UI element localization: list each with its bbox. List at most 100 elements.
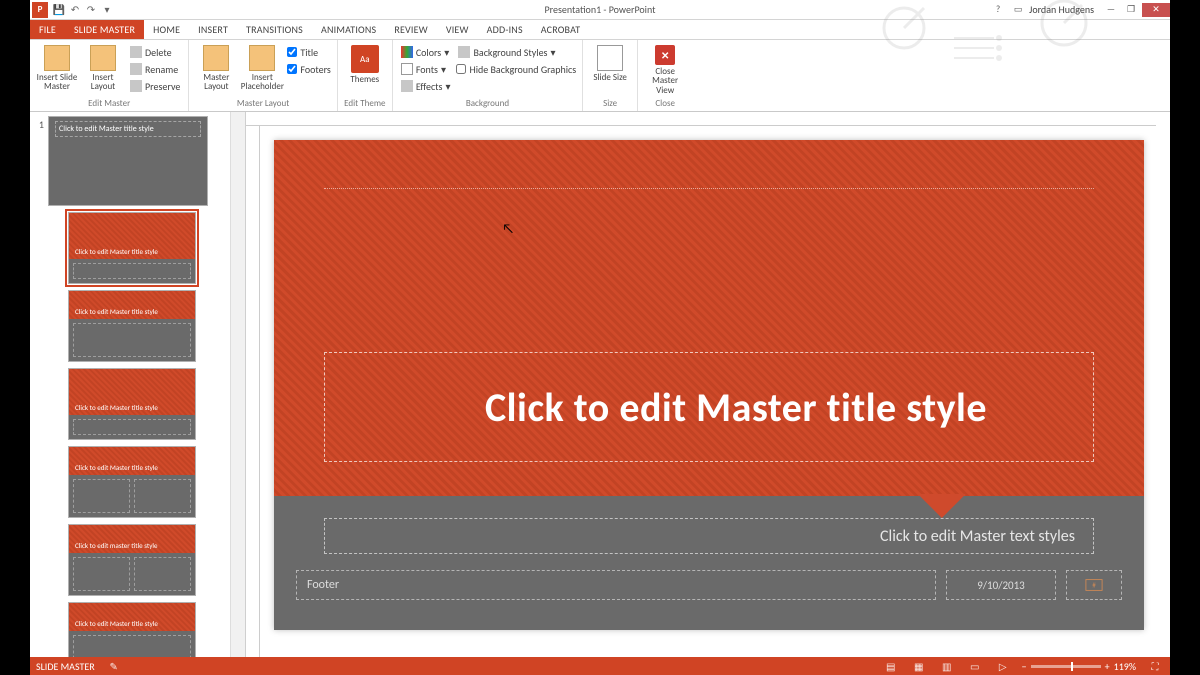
layout-thumbnail[interactable] <box>68 290 196 362</box>
thumb-body <box>69 259 195 283</box>
delete-button[interactable]: Delete <box>128 44 182 60</box>
thumbnail-pane[interactable]: 1 Click to edit Master title style <box>30 112 246 657</box>
sorter-view-button[interactable]: ▥ <box>938 659 956 673</box>
themes-button[interactable]: AaThemes <box>344 43 386 84</box>
ribbon-display-icon[interactable]: ▭ <box>1009 3 1027 17</box>
account-user[interactable]: Jordan Hudgens <box>1029 3 1094 16</box>
zoom-value[interactable]: 119% <box>1114 660 1136 673</box>
group-label: Edit Theme <box>344 98 386 111</box>
fit-to-window-button[interactable]: ⛶ <box>1146 659 1164 673</box>
insert-placeholder-button[interactable]: Insert Placeholder <box>241 43 283 92</box>
group-master-layout: Master Layout Insert Placeholder Title F… <box>189 40 337 111</box>
qat-more-icon[interactable]: ▾ <box>100 3 114 17</box>
work-area: 1 Click to edit Master title style Click… <box>30 112 1170 657</box>
effects-button[interactable]: Effects ▾ <box>399 78 453 94</box>
layout-thumbnail[interactable] <box>68 212 196 284</box>
group-edit-theme: AaThemes Edit Theme <box>338 40 393 111</box>
thumb-body <box>69 475 195 517</box>
master-slide-thumbnail[interactable]: Click to edit Master title style <box>48 116 208 206</box>
slide-size-button[interactable]: Slide Size <box>589 43 631 82</box>
footers-checkbox[interactable]: Footers <box>287 61 330 77</box>
help-icon[interactable]: ? <box>989 3 1007 17</box>
rename-button[interactable]: Rename <box>128 61 182 77</box>
decorative-arrow-icon <box>918 494 966 518</box>
tab-slide-master[interactable]: SLIDE MASTER <box>65 20 144 39</box>
date-placeholder[interactable]: 9/10/2013 <box>946 570 1056 600</box>
preserve-button[interactable]: Preserve <box>128 78 182 94</box>
svg-text:#: # <box>1092 581 1096 590</box>
vertical-ruler <box>246 126 260 657</box>
ribbon: Insert Slide Master Insert Layout Delete… <box>30 40 1170 112</box>
close-master-view-button[interactable]: ✕Close Master View <box>644 43 686 95</box>
bg-styles-icon <box>458 46 470 58</box>
tab-home[interactable]: HOME <box>144 20 189 39</box>
fonts-button[interactable]: Fonts ▾ <box>399 61 453 77</box>
subtitle-placeholder[interactable]: Click to edit Master text styles <box>324 518 1094 554</box>
preserve-icon <box>130 80 142 92</box>
zoom-out-button[interactable]: − <box>1022 660 1027 673</box>
minimize-button[interactable]: — <box>1102 3 1120 17</box>
delete-icon <box>130 46 142 58</box>
app-window: P 💾 ↶ ↷ ▾ Presentation1 - PowerPoint ? ▭… <box>30 0 1170 675</box>
thumb-header <box>69 369 195 415</box>
colors-button[interactable]: Colors ▾ <box>399 44 453 60</box>
slide-number-placeholder[interactable]: # <box>1066 570 1122 600</box>
tab-transitions[interactable]: TRANSITIONS <box>237 20 312 39</box>
thumb-header <box>69 291 195 319</box>
footer-placeholder[interactable]: Footer <box>296 570 936 600</box>
master-number: 1 <box>34 116 44 131</box>
zoom-in-button[interactable]: + <box>1105 660 1110 673</box>
horizontal-ruler <box>246 112 1156 126</box>
thumb-body <box>69 319 195 361</box>
thumb-body <box>69 631 195 657</box>
thumb-header <box>69 525 195 553</box>
tab-insert[interactable]: INSERT <box>189 20 237 39</box>
zoom-control[interactable]: − + 119% <box>1022 660 1136 673</box>
tab-file[interactable]: FILE <box>30 20 65 39</box>
master-layout-icon <box>203 45 229 71</box>
tab-animations[interactable]: ANIMATIONS <box>312 20 385 39</box>
reading-view-button[interactable]: ▭ <box>966 659 984 673</box>
tab-review[interactable]: REVIEW <box>385 20 437 39</box>
insert-layout-button[interactable]: Insert Layout <box>82 43 124 92</box>
title-bar: P 💾 ↶ ↷ ▾ Presentation1 - PowerPoint ? ▭… <box>30 0 1170 20</box>
group-size: Slide Size Size <box>583 40 638 111</box>
master-layout-button[interactable]: Master Layout <box>195 43 237 92</box>
spellcheck-icon[interactable]: ✎ <box>105 659 123 673</box>
close-window-button[interactable]: ✕ <box>1142 3 1170 17</box>
zoom-slider[interactable] <box>1031 665 1101 668</box>
normal-view-button[interactable]: ▦ <box>910 659 928 673</box>
undo-icon[interactable]: ↶ <box>68 3 82 17</box>
tab-view[interactable]: VIEW <box>437 20 478 39</box>
slide-canvas[interactable]: Click to edit Master title style Click t… <box>246 112 1170 657</box>
notes-button[interactable]: ▤ <box>882 659 900 673</box>
hide-bg-checkbox[interactable]: Hide Background Graphics <box>456 61 576 77</box>
tab-acrobat[interactable]: ACROBAT <box>532 20 590 39</box>
thumb-header <box>69 603 195 631</box>
layout-thumbnail[interactable] <box>68 524 196 596</box>
themes-icon: Aa <box>351 45 379 73</box>
group-label: Master Layout <box>195 98 330 111</box>
slide-editor[interactable]: Click to edit Master title style Click t… <box>274 140 1144 630</box>
thumb-header <box>69 213 195 259</box>
layout-thumbnail[interactable] <box>68 446 196 518</box>
slideshow-button[interactable]: ▷ <box>994 659 1012 673</box>
thumb-title: Click to edit Master title style <box>55 121 201 137</box>
group-label: Size <box>589 98 631 111</box>
subtitle-text: Click to edit Master text styles <box>880 527 1075 546</box>
save-icon[interactable]: 💾 <box>52 3 66 17</box>
tab-add-ins[interactable]: ADD-INS <box>478 20 532 39</box>
thumb-body <box>69 415 195 439</box>
title-placeholder[interactable]: Click to edit Master title style <box>324 352 1094 462</box>
insert-slide-master-button[interactable]: Insert Slide Master <box>36 43 78 92</box>
background-styles-button[interactable]: Background Styles ▾ <box>456 44 576 60</box>
footer-row: Footer 9/10/2013 # <box>296 570 1122 600</box>
slide-master-icon <box>44 45 70 71</box>
quick-access-toolbar: 💾 ↶ ↷ ▾ <box>52 3 114 17</box>
layout-thumbnail[interactable] <box>68 602 196 657</box>
title-checkbox[interactable]: Title <box>287 44 330 60</box>
redo-icon[interactable]: ↷ <box>84 3 98 17</box>
layout-thumbnail[interactable] <box>68 368 196 440</box>
fonts-icon <box>401 63 413 75</box>
maximize-button[interactable]: ❐ <box>1122 3 1140 17</box>
